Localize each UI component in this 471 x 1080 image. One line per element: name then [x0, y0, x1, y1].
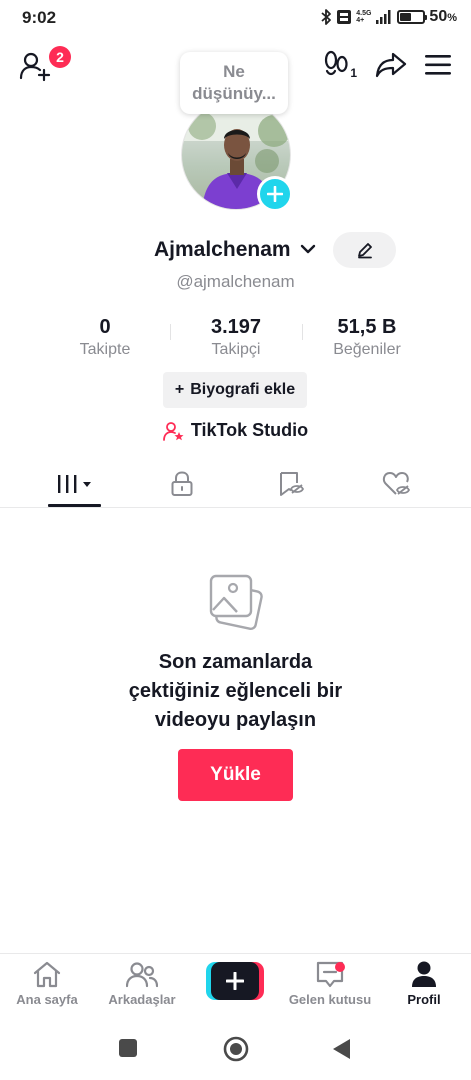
- profile-icon: [412, 961, 436, 987]
- note-bubble[interactable]: Ne düşünüy...: [180, 52, 288, 114]
- username[interactable]: Ajmalchenam: [154, 238, 291, 262]
- nav-inbox[interactable]: Gelen kutusu: [283, 960, 377, 1007]
- studio-icon: [162, 421, 184, 441]
- stat-followers[interactable]: 3.197 Takipçi: [191, 316, 281, 359]
- tab-videos[interactable]: [16, 460, 133, 508]
- plus-icon: +: [174, 381, 185, 398]
- divider: [170, 324, 171, 340]
- upload-button[interactable]: Yükle: [178, 749, 293, 801]
- footprint-count: 1: [350, 66, 357, 80]
- home-button[interactable]: [223, 1036, 249, 1062]
- battery-fill: [400, 13, 412, 21]
- footprint-icon: [324, 50, 348, 76]
- unread-dot: [335, 962, 345, 972]
- chevron-down-icon[interactable]: [300, 243, 316, 255]
- battery: 50%: [397, 8, 457, 26]
- user-handle: @ajmalchenam: [176, 272, 295, 291]
- status-time: 9:02: [22, 8, 57, 27]
- header-actions: 1: [323, 50, 451, 80]
- share-icon[interactable]: [375, 51, 407, 79]
- bluetooth-icon: [321, 9, 332, 25]
- add-friends-button[interactable]: 2: [18, 46, 71, 84]
- lock-icon: [171, 471, 192, 496]
- add-bio-button[interactable]: + Biyografi ekle: [163, 372, 307, 408]
- battery-icon: [397, 10, 428, 24]
- name-row: Ajmalchenam: [0, 232, 471, 268]
- studio-label: TikTok Studio: [190, 420, 309, 440]
- plus-icon: [226, 972, 244, 990]
- divider: [302, 324, 303, 340]
- create-button[interactable]: [206, 962, 264, 1000]
- nav-friends[interactable]: Arkadaşlar: [95, 960, 189, 1007]
- nav-home[interactable]: Ana sayfa: [0, 960, 94, 1007]
- recents-button[interactable]: [118, 1038, 138, 1058]
- tab-liked[interactable]: [338, 460, 455, 508]
- grid-icon: [57, 475, 91, 493]
- tab-private[interactable]: [123, 460, 240, 508]
- profile-stats: 0 Takipte 3.197 Takipçi 51,5 B Beğeniler: [0, 316, 471, 364]
- back-button[interactable]: [332, 1038, 352, 1060]
- battery-percent: 50%: [429, 8, 457, 25]
- system-navigation: [0, 1020, 471, 1080]
- avatar-container[interactable]: [181, 100, 293, 212]
- nav-profile[interactable]: Profil: [377, 960, 471, 1007]
- add-bio-label: Biyografi ekle: [190, 381, 296, 398]
- bottom-navigation: Ana sayfa Arkadaşlar Gelen kutusu Profil: [0, 953, 471, 1020]
- tiktok-studio-link[interactable]: TikTok Studio: [0, 420, 471, 441]
- menu-icon[interactable]: [425, 54, 451, 76]
- stat-following[interactable]: 0 Takipte: [60, 316, 150, 359]
- signal-icon: [376, 10, 391, 24]
- bookmark-hidden-icon: [279, 472, 304, 496]
- notification-badge: 2: [49, 46, 71, 68]
- empty-state: Son zamanlarda çektiğiniz eğlenceli bir …: [0, 572, 471, 735]
- friends-icon: [126, 962, 158, 988]
- photos-icon: [209, 574, 263, 631]
- status-bar: 9:02 4.5G 4+ 50%: [0, 0, 471, 36]
- active-tab-indicator: [48, 504, 101, 507]
- tab-favorites[interactable]: [232, 460, 349, 508]
- volte-icon: [337, 10, 352, 24]
- home-icon: [33, 961, 61, 988]
- status-icons: 4.5G 4+ 50%: [320, 8, 457, 26]
- profile-views-button[interactable]: 1: [323, 50, 357, 80]
- stat-likes[interactable]: 51,5 B Beğeniler: [318, 316, 416, 359]
- network-type: 4.5G 4+: [356, 10, 372, 24]
- pencil-icon: [357, 243, 372, 259]
- content-tabs: [0, 460, 471, 508]
- edit-profile-button[interactable]: [333, 232, 396, 268]
- plus-icon: [267, 186, 283, 202]
- add-avatar-button[interactable]: [257, 176, 293, 212]
- empty-state-message: Son zamanlarda çektiğiniz eğlenceli bir …: [128, 651, 343, 731]
- heart-hidden-icon: [382, 472, 410, 495]
- add-user-icon: [19, 52, 51, 82]
